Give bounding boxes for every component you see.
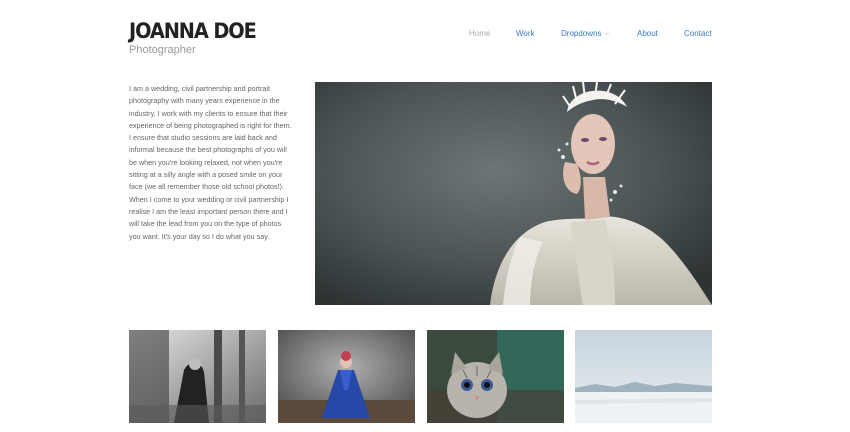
site-subtitle: Photographer bbox=[129, 44, 196, 56]
hero-photo bbox=[315, 82, 712, 305]
site-header: JOANNA DOE Photographer Home Work Dropdo… bbox=[129, 18, 712, 62]
nav-dropdowns-label: Dropdowns bbox=[561, 29, 602, 38]
chevron-down-icon: ⌵ bbox=[604, 31, 610, 37]
thumbnail-blue-gown-photo bbox=[278, 330, 415, 423]
hero-image[interactable] bbox=[315, 82, 712, 305]
thumbnail-gallery bbox=[129, 330, 712, 423]
nav-about[interactable]: About bbox=[637, 28, 658, 40]
nav-contact[interactable]: Contact bbox=[684, 28, 712, 40]
nav-dropdowns[interactable]: Dropdowns ⌵ bbox=[561, 28, 609, 40]
thumbnail-snow-landscape-photo bbox=[575, 330, 712, 423]
intro-text: I am a wedding, civil partnership and po… bbox=[129, 84, 292, 241]
thumbnail-3[interactable] bbox=[427, 330, 564, 423]
site-title[interactable]: JOANNA DOE bbox=[129, 18, 257, 44]
thumbnail-2[interactable] bbox=[278, 330, 415, 423]
thumbnail-4[interactable] bbox=[575, 330, 712, 423]
thumbnail-1[interactable] bbox=[129, 330, 266, 423]
thumbnail-forest-photo bbox=[129, 330, 266, 423]
thumbnail-kitten-photo bbox=[427, 330, 564, 423]
nav-work[interactable]: Work bbox=[516, 28, 535, 40]
nav-home[interactable]: Home bbox=[469, 28, 490, 40]
